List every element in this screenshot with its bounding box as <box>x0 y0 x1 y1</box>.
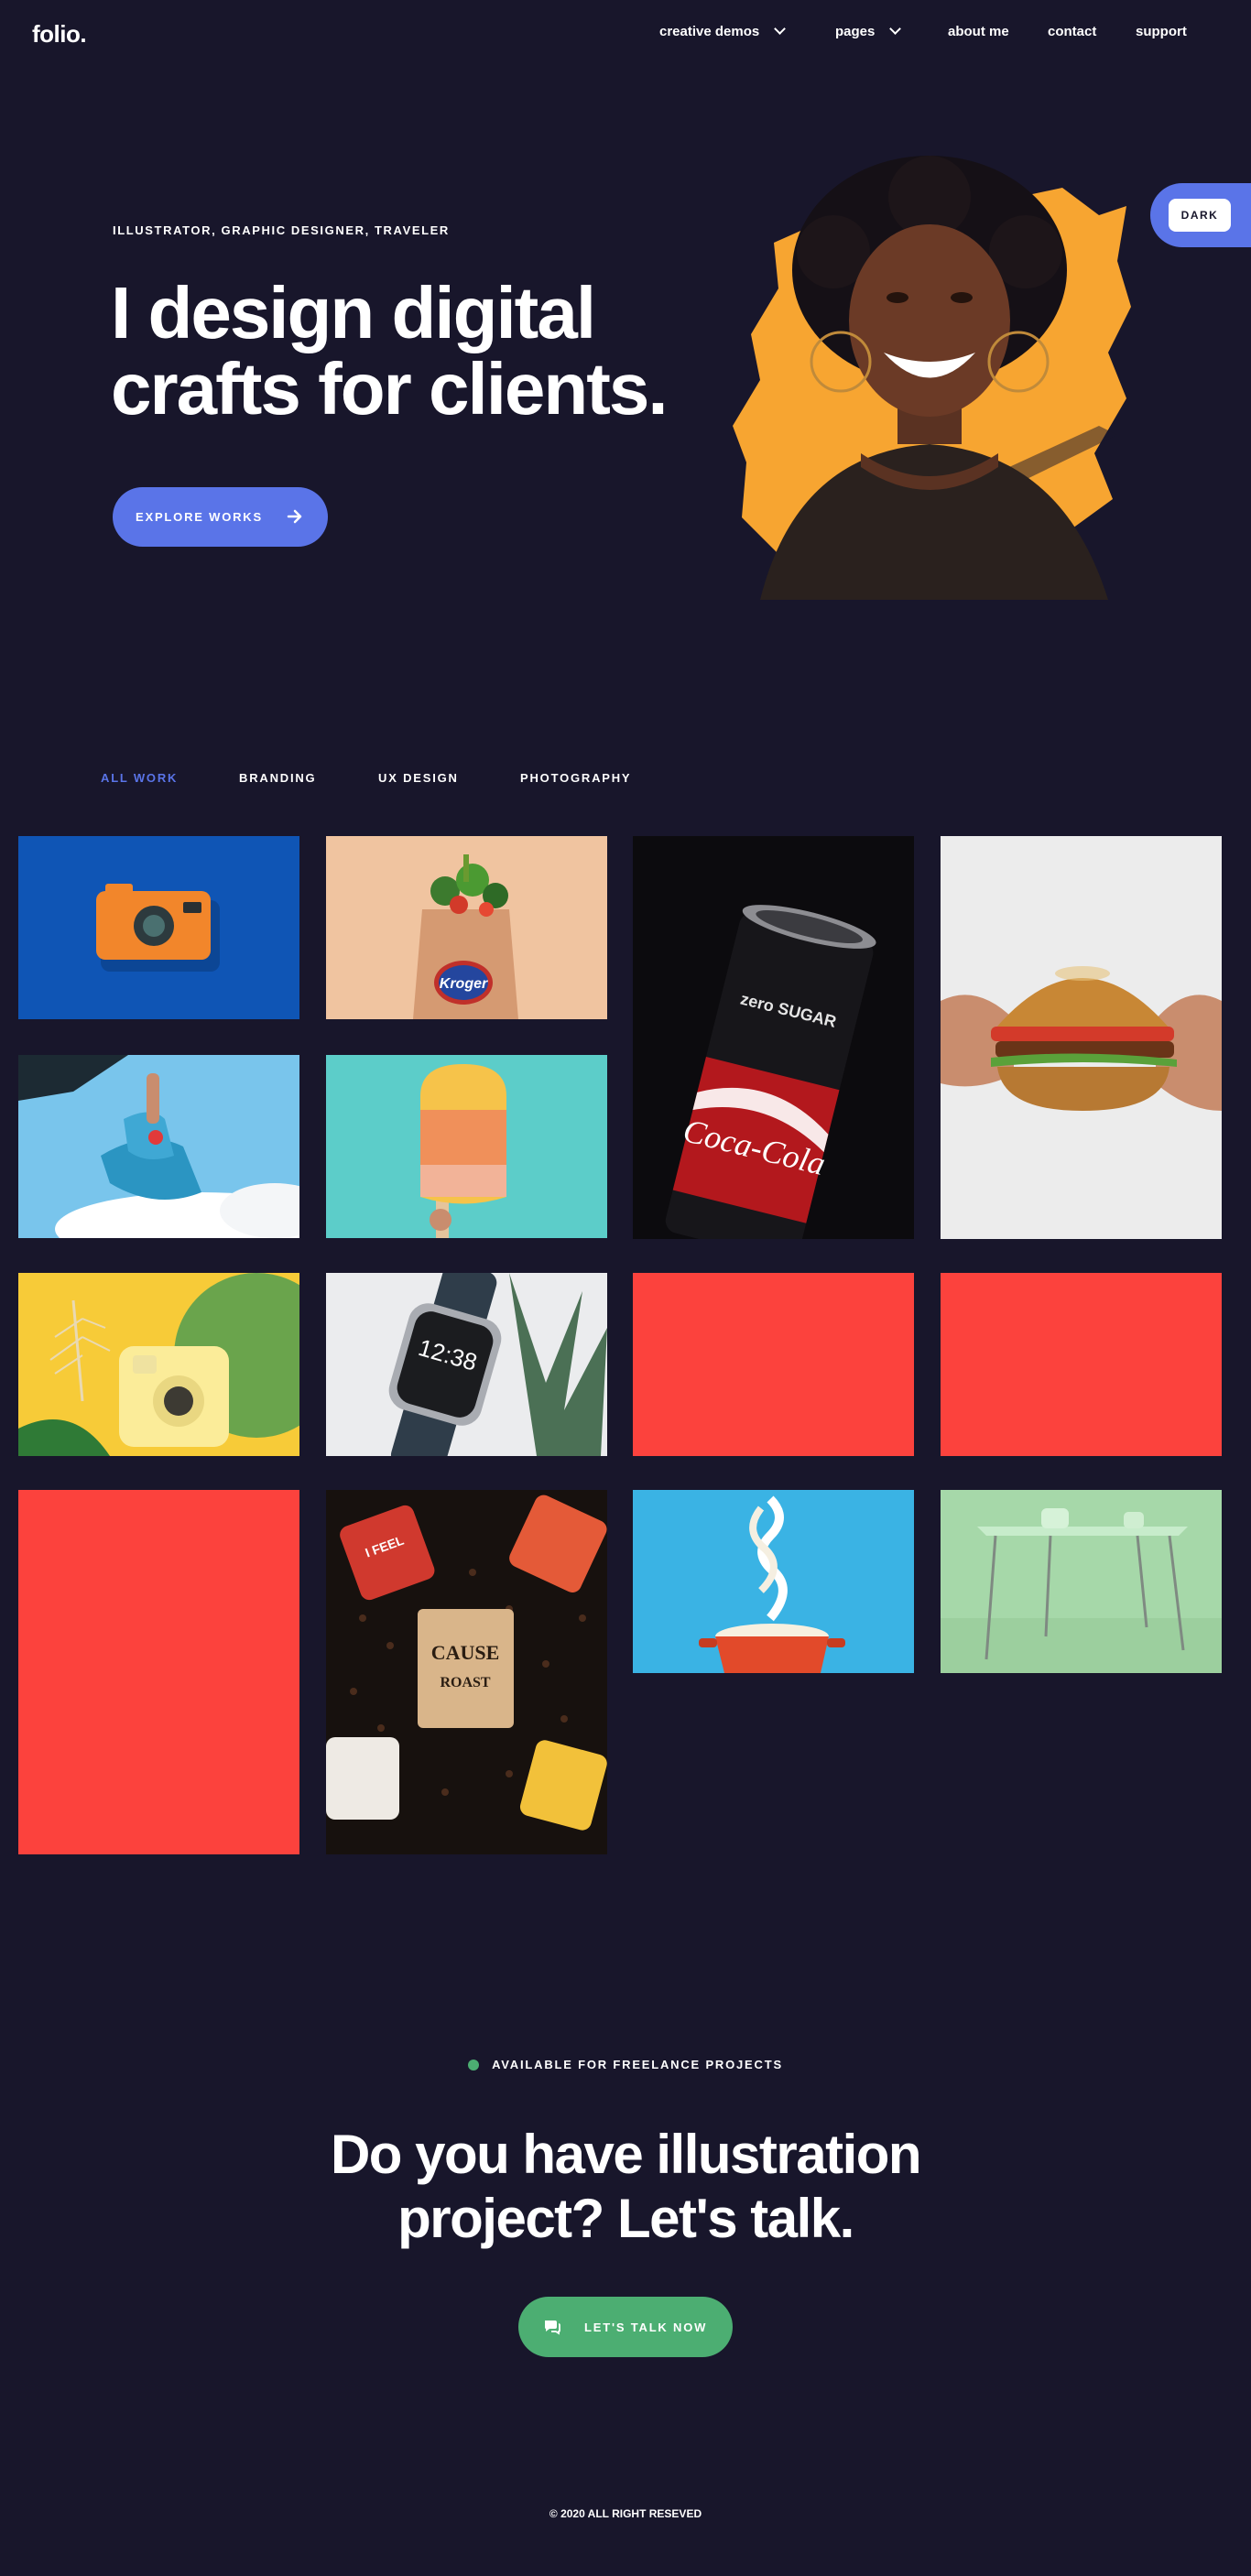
lets-talk-button[interactable]: LET'S TALK NOW <box>518 2297 733 2357</box>
portfolio-item-red-placeholder[interactable] <box>941 1273 1222 1456</box>
hero-title: I design digital crafts for clients. <box>111 275 770 427</box>
nav-contact[interactable]: contact <box>1048 24 1096 39</box>
hero-title-line: crafts for clients. <box>111 348 669 429</box>
portfolio-item-popsicle[interactable] <box>326 1055 607 1238</box>
portfolio-item-red-placeholder[interactable] <box>633 1273 914 1456</box>
portfolio-filters: ALL WORK BRANDING UX DESIGN PHOTOGRAPHY <box>0 771 1251 789</box>
popsicle-image <box>326 1055 607 1238</box>
coffee-bag-sublabel: ROAST <box>440 1675 490 1690</box>
smartwatch-image: 12:38 <box>326 1273 607 1456</box>
instax-camera-image <box>18 1273 299 1456</box>
availability-text: AVAILABLE FOR FREELANCE PROJECTS <box>492 2058 783 2071</box>
filter-photography[interactable]: PHOTOGRAPHY <box>520 771 631 785</box>
chat-icon <box>545 2321 560 2335</box>
kroger-logo-text: Kroger <box>440 976 488 992</box>
coffee-mugs-image: I FEEL CAUSE ROAST <box>326 1490 607 1854</box>
blue-sneakers-image <box>18 1055 299 1238</box>
filter-ux-design[interactable]: UX DESIGN <box>378 771 459 785</box>
burger-image <box>941 836 1222 1239</box>
portfolio-item-orange-camera[interactable] <box>18 836 299 1019</box>
orange-camera-image <box>18 836 299 1019</box>
portfolio-item-coffee[interactable]: I FEEL CAUSE ROAST <box>326 1490 607 1854</box>
hero-title-line: I design digital <box>111 272 596 353</box>
cta-title-line: project? Let's talk. <box>397 2188 854 2249</box>
green-table-image <box>941 1490 1222 1673</box>
cta-title: Do you have illustration project? Let's … <box>0 2123 1251 2251</box>
lets-talk-label: LET'S TALK NOW <box>584 2320 708 2334</box>
chevron-down-icon <box>889 23 902 35</box>
portfolio-item-burger[interactable] <box>941 836 1222 1239</box>
dark-mode-button[interactable]: DARK <box>1169 199 1231 232</box>
kroger-bag-image: Kroger <box>326 836 607 1019</box>
nav-label: about me <box>948 24 1009 39</box>
portfolio-item-table[interactable] <box>941 1490 1222 1673</box>
coca-cola-can-image: zero SUGAR Coca-Cola <box>633 836 914 1239</box>
chevron-down-icon <box>774 23 787 35</box>
portfolio-item-smartwatch[interactable]: 12:38 <box>326 1273 607 1456</box>
nav-label: contact <box>1048 24 1097 39</box>
portfolio-item-red-placeholder[interactable] <box>18 1490 299 1854</box>
theme-toggle: DARK <box>1150 183 1251 247</box>
nav-label: pages <box>835 24 876 39</box>
main-nav: creative demos pages about me contact su… <box>0 23 1251 46</box>
nav-label: support <box>1136 24 1187 39</box>
availability-status: AVAILABLE FOR FREELANCE PROJECTS <box>0 2058 1251 2071</box>
footer-copyright: © 2020 ALL RIGHT RESEVED <box>549 2507 702 2520</box>
hero-kicker: ILLUSTRATOR, GRAPHIC DESIGNER, TRAVELER <box>113 223 450 237</box>
filter-all-work[interactable]: ALL WORK <box>101 771 178 785</box>
cta-title-line: Do you have illustration <box>330 2124 922 2185</box>
coffee-bag-label: CAUSE <box>431 1641 500 1664</box>
portfolio-item-grocery-bag[interactable]: Kroger <box>326 836 607 1019</box>
portfolio-item-sneakers[interactable] <box>18 1055 299 1238</box>
hero-portrait-image <box>733 156 1131 600</box>
nav-support[interactable]: support <box>1136 24 1187 39</box>
status-dot-icon <box>468 2059 480 2071</box>
nav-about-me[interactable]: about me <box>948 24 1009 39</box>
noodle-pot-image <box>633 1490 914 1673</box>
arrow-right-icon <box>287 509 302 524</box>
explore-works-label: EXPLORE WORKS <box>136 510 263 524</box>
nav-label: creative demos <box>659 24 760 39</box>
nav-creative-demos[interactable]: creative demos <box>659 23 787 39</box>
filter-branding[interactable]: BRANDING <box>239 771 316 785</box>
portfolio-item-coca-cola[interactable]: zero SUGAR Coca-Cola <box>633 836 914 1239</box>
portfolio-item-instax-camera[interactable] <box>18 1273 299 1456</box>
portfolio-item-noodles[interactable] <box>633 1490 914 1673</box>
explore-works-button[interactable]: EXPLORE WORKS <box>113 487 328 547</box>
nav-pages[interactable]: pages <box>835 23 902 39</box>
